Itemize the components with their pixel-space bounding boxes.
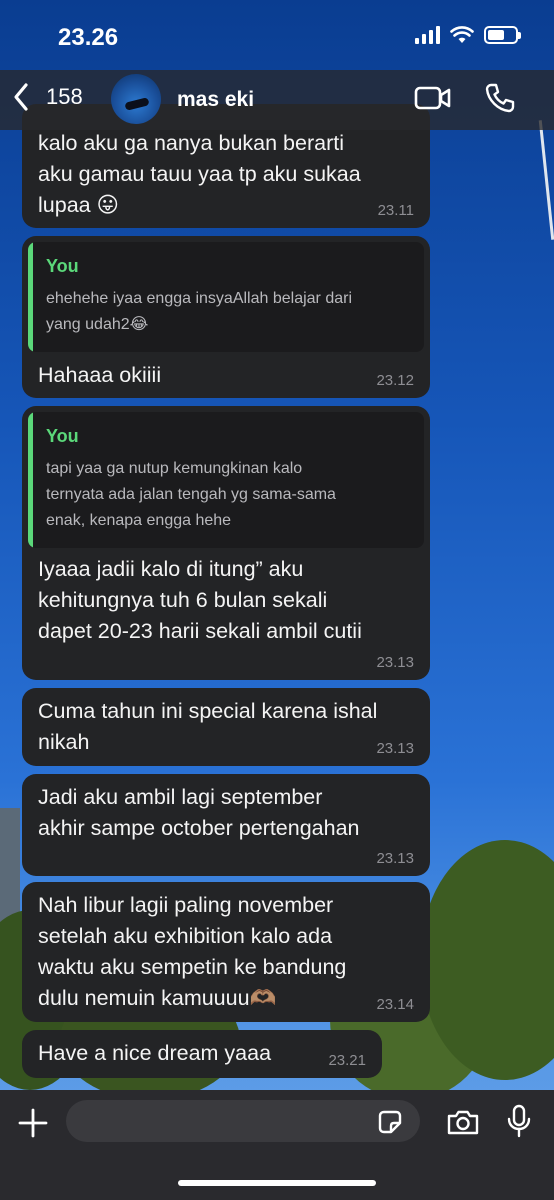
- status-time: 23.26: [58, 24, 119, 51]
- microphone-icon: [507, 1104, 531, 1138]
- quote-text: tapi yaa ga nutup kemungkinan kalo terny…: [46, 460, 336, 529]
- message-text: Iyaaa jadii kalo di itung” aku kehitungn…: [38, 557, 362, 643]
- message-input[interactable]: [66, 1100, 420, 1142]
- message-time: 23.13: [376, 850, 414, 867]
- sticker-button[interactable]: [376, 1108, 404, 1141]
- message-text: Nah libur lagii paling november setelah …: [38, 893, 347, 1010]
- message-bubble[interactable]: Have a nice dream yaaa 23.21: [22, 1030, 382, 1078]
- plus-icon: [18, 1108, 48, 1138]
- battery-level: [488, 30, 504, 40]
- quote-author: You: [46, 426, 79, 446]
- message-time: 23.21: [328, 1052, 366, 1069]
- status-icons: [415, 26, 521, 44]
- message-time: 23.13: [376, 654, 414, 671]
- quote-accent-bar: [28, 412, 33, 548]
- quoted-message[interactable]: You ehehehe iyaa engga insyaAllah belaja…: [28, 242, 424, 352]
- video-call-button[interactable]: [414, 84, 452, 117]
- contact-name[interactable]: mas eki: [177, 88, 254, 112]
- chevron-left-icon: [14, 83, 28, 111]
- message-bubble[interactable]: Cuma tahun ini special karena ishal nika…: [22, 688, 430, 766]
- message-text: kalo aku ga nanya bukan berarti aku gama…: [38, 131, 361, 217]
- message-text: Jadi aku ambil lagi september akhir samp…: [38, 785, 360, 840]
- message-bubble[interactable]: Jadi aku ambil lagi september akhir samp…: [22, 774, 430, 876]
- message-bubble[interactable]: You tapi yaa ga nutup kemungkinan kalo t…: [22, 406, 430, 680]
- message-text: Cuma tahun ini special karena ishal nika…: [38, 699, 378, 754]
- message-text: Hahaaa okiiii: [38, 363, 162, 387]
- chat-header: 158 mas eki: [0, 70, 554, 130]
- message-bubble[interactable]: You ehehehe iyaa engga insyaAllah belaja…: [22, 236, 430, 398]
- sticker-icon: [378, 1110, 402, 1134]
- signal-icon: [415, 26, 440, 44]
- back-button[interactable]: 158: [12, 82, 83, 112]
- attach-button[interactable]: [18, 1108, 48, 1143]
- message-time: 23.14: [376, 996, 414, 1013]
- camera-button[interactable]: [446, 1108, 480, 1141]
- message-text: Have a nice dream yaaa: [38, 1041, 272, 1065]
- battery-icon: [484, 26, 521, 44]
- status-bar: 23.26: [0, 0, 554, 70]
- video-camera-icon: [414, 86, 451, 110]
- message-time: 23.13: [376, 740, 414, 757]
- camera-icon: [447, 1110, 479, 1135]
- avatar-figure: [124, 97, 150, 111]
- voice-call-button[interactable]: [484, 82, 516, 119]
- unread-count: 158: [46, 84, 83, 109]
- phone-icon: [485, 83, 515, 113]
- wifi-icon: [450, 26, 474, 43]
- composer-bar: [0, 1090, 554, 1200]
- quote-author: You: [46, 256, 79, 276]
- message-list[interactable]: kalo aku ga nanya bukan berarti aku gama…: [0, 0, 554, 1090]
- quoted-message[interactable]: You tapi yaa ga nutup kemungkinan kalo t…: [28, 412, 424, 548]
- microphone-button[interactable]: [506, 1104, 532, 1143]
- avatar[interactable]: [111, 74, 161, 124]
- quote-text: ehehehe iyaa engga insyaAllah belajar da…: [46, 290, 352, 333]
- message-time: 23.12: [376, 372, 414, 389]
- message-time: 23.11: [377, 202, 414, 219]
- message-bubble[interactable]: Nah libur lagii paling november setelah …: [22, 882, 430, 1022]
- home-indicator: [178, 1180, 376, 1186]
- quote-accent-bar: [28, 242, 33, 352]
